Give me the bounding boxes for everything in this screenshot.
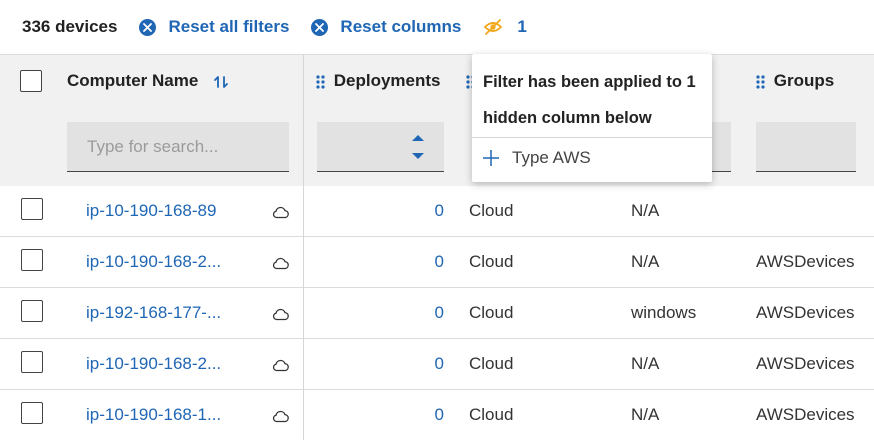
sort-icon[interactable] [213, 74, 229, 90]
computer-name-link[interactable]: ip-10-190-168-1... [86, 390, 221, 440]
select-all-checkbox[interactable] [20, 70, 42, 92]
table-row[interactable]: ip-10-190-168-89 0 Cloud N/A [0, 186, 874, 237]
group-cell: AWSDevices [756, 252, 855, 271]
reset-columns-label: Reset columns [340, 17, 462, 36]
type-cell: Cloud [469, 354, 514, 373]
os-cell: windows [631, 303, 697, 322]
toolbar: 336 devices Reset all filters Reset colu… [0, 0, 874, 54]
row-checkbox[interactable] [21, 249, 43, 271]
column-title: Computer Name [67, 71, 199, 90]
computer-name-search-input[interactable] [67, 122, 289, 172]
group-cell: AWSDevices [756, 405, 855, 424]
hidden-filter-popover: Filter has been applied to 1 hidden colu… [472, 54, 712, 182]
table-row[interactable]: ip-10-190-168-1... 0 Cloud N/A AWSDevice… [0, 390, 874, 440]
groups-column-filter[interactable] [756, 122, 856, 172]
computer-name-link[interactable]: ip-10-190-168-2... [86, 237, 221, 287]
spinner-arrows-icon[interactable] [411, 133, 425, 161]
table-row[interactable]: ip-10-190-168-2... 0 Cloud N/A AWSDevice… [0, 339, 874, 390]
type-cell: Cloud [469, 303, 514, 322]
type-cell: Cloud [469, 405, 514, 424]
deployments-count-link[interactable]: 0 [400, 186, 444, 236]
deployments-count-link[interactable]: 0 [400, 390, 444, 440]
deployments-count-link[interactable]: 0 [400, 288, 444, 338]
cloud-icon [272, 359, 289, 372]
deployments-count-link[interactable]: 0 [400, 237, 444, 287]
os-cell: N/A [631, 252, 660, 271]
table-row[interactable]: ip-192-168-177-... 0 Cloud windows AWSDe… [0, 288, 874, 339]
computer-name-link[interactable]: ip-10-190-168-2... [86, 339, 221, 389]
hidden-filter-item-label: Type AWS [512, 148, 591, 167]
popover-divider [472, 137, 712, 138]
os-cell: N/A [631, 405, 660, 424]
close-circle-icon [311, 18, 329, 36]
hidden-filter-item-type[interactable]: Type AWS [482, 142, 591, 174]
type-cell: Cloud [469, 252, 514, 271]
column-title: Deployments [333, 71, 441, 90]
drag-grip-icon[interactable] [316, 74, 326, 89]
group-cell: AWSDevices [756, 354, 855, 373]
cloud-icon [272, 410, 289, 423]
cloud-icon [272, 308, 289, 321]
device-count: 336 devices [22, 17, 118, 36]
column-divider [303, 186, 304, 440]
row-checkbox[interactable] [21, 402, 43, 424]
deployments-count-link[interactable]: 0 [400, 339, 444, 389]
popover-message: Filter has been applied to 1 hidden colu… [483, 73, 696, 127]
column-divider [303, 55, 304, 187]
type-cell: Cloud [469, 201, 514, 220]
close-circle-icon [139, 18, 157, 36]
reset-all-filters-label: Reset all filters [168, 17, 290, 36]
cloud-icon [272, 206, 289, 219]
column-header-groups[interactable]: Groups [756, 71, 834, 91]
group-cell: AWSDevices [756, 303, 855, 322]
row-checkbox[interactable] [21, 300, 43, 322]
row-checkbox[interactable] [21, 351, 43, 373]
row-checkbox[interactable] [21, 198, 43, 220]
deployments-number-filter[interactable] [317, 122, 444, 172]
table-row[interactable]: ip-10-190-168-2... 0 Cloud N/A AWSDevice… [0, 237, 874, 288]
hidden-filter-count: 1 [517, 17, 527, 36]
reset-columns-button[interactable]: Reset columns [311, 17, 461, 37]
drag-grip-icon[interactable] [756, 74, 766, 89]
plus-icon [483, 150, 499, 166]
column-header-computer-name[interactable]: Computer Name [67, 71, 229, 91]
os-cell: N/A [631, 201, 660, 220]
reset-all-filters-button[interactable]: Reset all filters [139, 17, 289, 37]
os-cell: N/A [631, 354, 660, 373]
hidden-columns-toggle[interactable]: 1 [483, 17, 527, 37]
table-header: Computer Name Deployments G [0, 54, 874, 187]
eye-slash-icon [484, 19, 503, 35]
computer-name-link[interactable]: ip-10-190-168-89 [86, 186, 216, 236]
column-title: Groups [773, 71, 835, 90]
computer-name-link[interactable]: ip-192-168-177-... [86, 288, 221, 338]
column-header-deployments[interactable]: Deployments [316, 71, 440, 91]
cloud-icon [272, 257, 289, 270]
